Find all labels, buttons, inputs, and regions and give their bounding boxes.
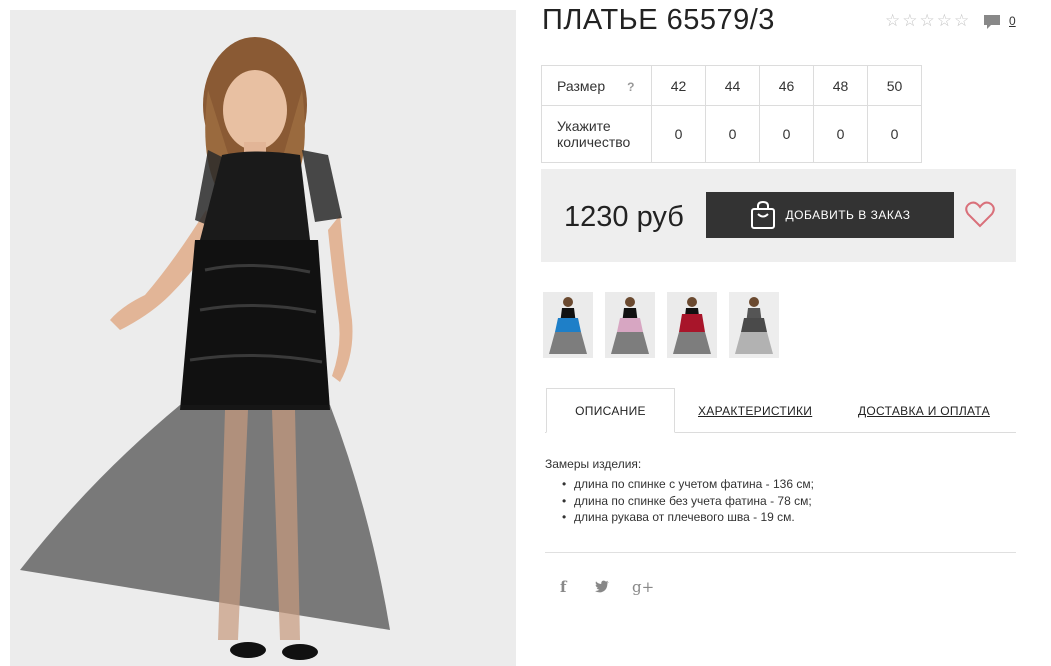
description-divider — [545, 552, 1016, 553]
list-item: длина рукава от плечевого шва - 19 см. — [562, 509, 814, 526]
variant-image — [729, 292, 779, 358]
variant-image — [605, 292, 655, 358]
product-price: 1230 руб — [564, 201, 684, 233]
rating-stars[interactable]: ☆ ☆ ☆ ☆ ☆ — [885, 12, 969, 30]
quantity-input[interactable]: 0 — [759, 105, 814, 163]
variant-thumbnail-pink[interactable] — [605, 292, 655, 358]
quantity-input[interactable]: 0 — [867, 105, 922, 163]
list-item: длина по спинке с учетом фатина - 136 см… — [562, 476, 814, 493]
variant-image — [543, 292, 593, 358]
speech-bubble-icon — [984, 15, 1000, 29]
size-option: 44 — [705, 65, 760, 106]
twitter-icon[interactable] — [595, 580, 610, 593]
measurements-list: длина по спинке с учетом фатина - 136 см… — [562, 476, 814, 526]
product-title: ПЛАТЬЕ 65579/3 — [542, 4, 775, 36]
facebook-icon[interactable]: f — [560, 578, 566, 596]
size-option: 50 — [867, 65, 922, 106]
tab-delivery[interactable]: ДОСТАВКА И ОПЛАТА — [858, 404, 990, 418]
color-variant-thumbnails — [543, 292, 779, 358]
description-title: Замеры изделия: — [545, 457, 642, 471]
dress-model-illustration — [10, 10, 516, 666]
star-outline-icon[interactable]: ☆ — [920, 12, 935, 30]
star-outline-icon[interactable]: ☆ — [885, 12, 900, 30]
size-option: 48 — [813, 65, 868, 106]
tab-description[interactable]: ОПИСАНИЕ — [546, 388, 675, 433]
size-table: Размер? 42 44 46 48 50 Укажите количеств… — [541, 65, 922, 163]
quantity-input[interactable]: 0 — [813, 105, 868, 163]
size-label: Размер — [557, 77, 606, 94]
add-to-order-label: ДОБАВИТЬ В ЗАКАЗ — [785, 208, 911, 222]
variant-thumbnail-red[interactable] — [667, 292, 717, 358]
tab-characteristics[interactable]: ХАРАКТЕРИСТИКИ — [698, 404, 812, 418]
variant-thumbnail-blue[interactable] — [543, 292, 593, 358]
star-outline-icon[interactable]: ☆ — [954, 12, 969, 30]
question-mark-icon[interactable]: ? — [627, 80, 634, 94]
heart-outline-icon[interactable] — [965, 200, 995, 228]
shopping-bag-icon — [750, 200, 775, 229]
variant-thumbnail-grey[interactable] — [729, 292, 779, 358]
quantity-label: Укажите количество — [557, 118, 631, 150]
comment-count[interactable]: 0 — [1009, 14, 1016, 28]
size-label-cell: Размер? — [541, 65, 652, 106]
quantity-input[interactable]: 0 — [651, 105, 706, 163]
tab-description-label: ОПИСАНИЕ — [575, 403, 646, 418]
google-plus-icon[interactable]: g+ — [632, 578, 654, 596]
list-item: длина по спинке без учета фатина - 78 см… — [562, 493, 814, 510]
comments-link[interactable]: 0 — [983, 14, 1016, 31]
size-option: 46 — [759, 65, 814, 106]
quantity-input[interactable]: 0 — [705, 105, 760, 163]
add-to-order-button[interactable]: ДОБАВИТЬ В ЗАКАЗ — [706, 192, 954, 238]
price-panel: 1230 руб ДОБАВИТЬ В ЗАКАЗ — [541, 169, 1016, 262]
main-product-photo[interactable] — [10, 10, 516, 666]
size-option: 42 — [651, 65, 706, 106]
variant-image — [667, 292, 717, 358]
star-outline-icon[interactable]: ☆ — [937, 12, 952, 30]
star-outline-icon[interactable]: ☆ — [902, 12, 917, 30]
quantity-label-cell: Укажите количество — [541, 105, 652, 163]
